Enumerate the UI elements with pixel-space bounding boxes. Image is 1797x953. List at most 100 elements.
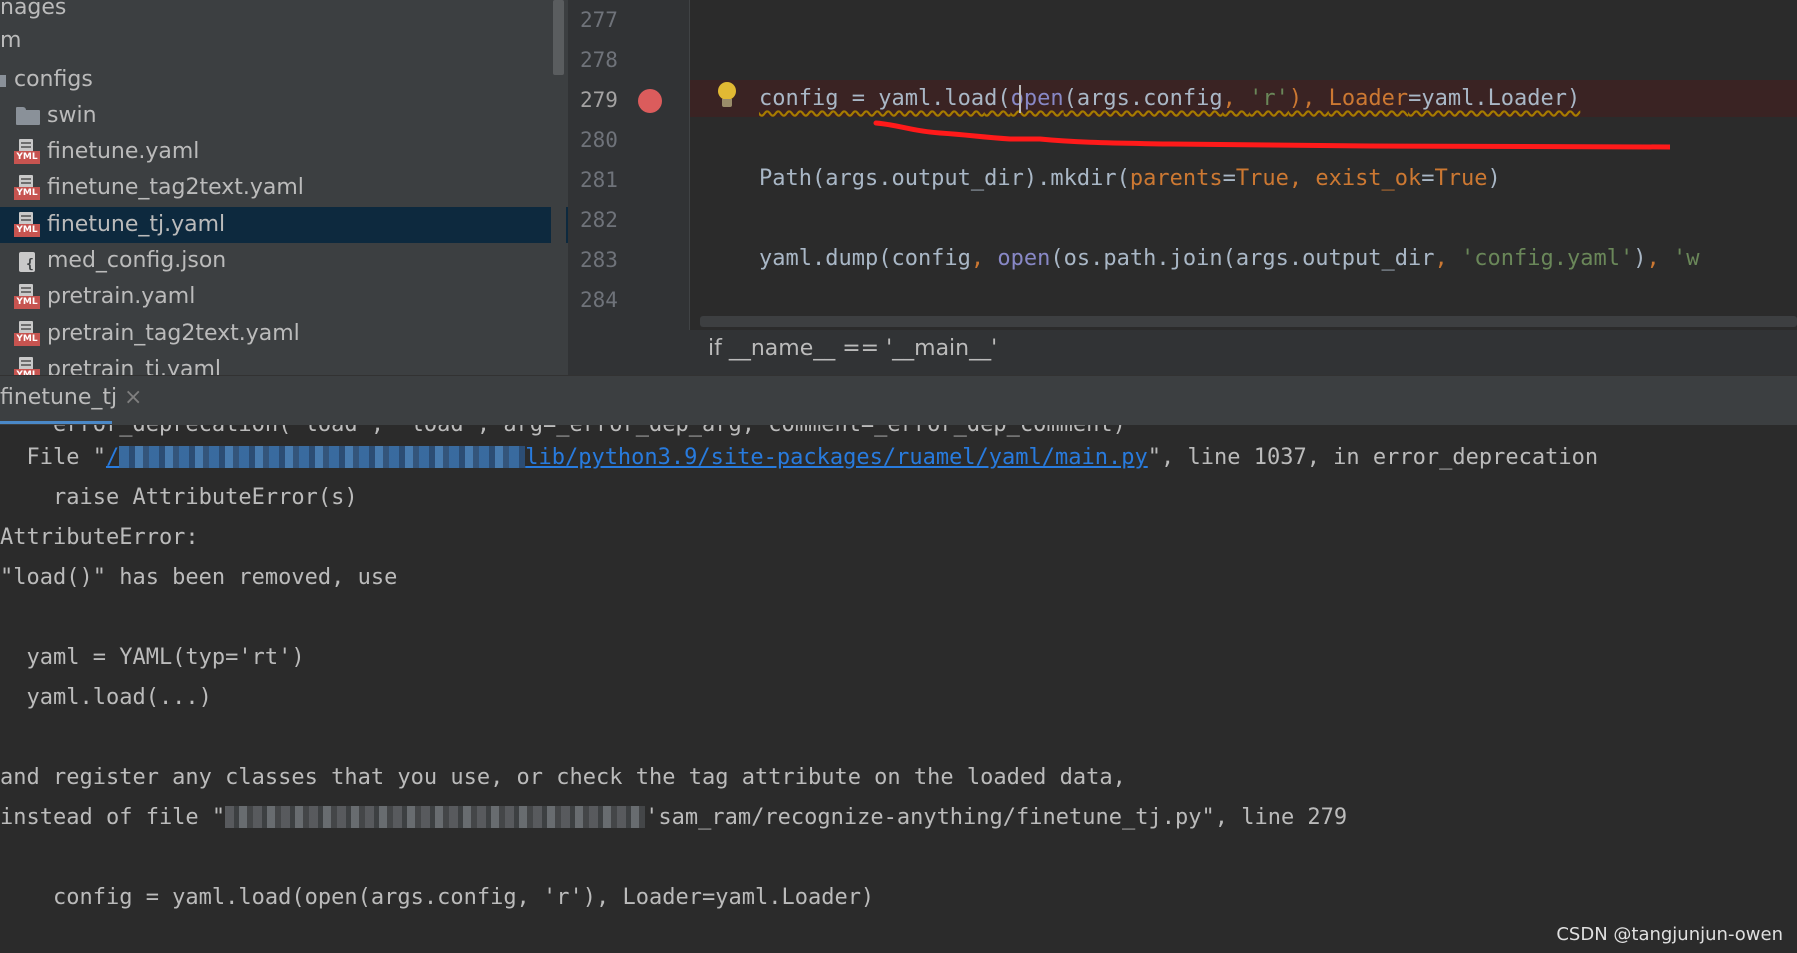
run-console[interactable]: error_deprecation('load', 'load', arg=_e… (0, 425, 1797, 953)
code-token: ) (1633, 246, 1647, 271)
code-token: , (1646, 246, 1673, 271)
code-line-281[interactable]: Path(args.output_dir).mkdir(parents=True… (759, 166, 1501, 191)
console-line: error_deprecation('load', 'load', arg=_e… (0, 425, 1126, 437)
code-token: parents (1129, 166, 1223, 191)
yaml-file-icon: YML (14, 357, 40, 375)
tree-scrollbar-thumb[interactable] (553, 0, 564, 75)
console-line: File "/lib/python3.9/site-packages/ruame… (0, 445, 1598, 470)
code-token: d( (984, 86, 1011, 111)
tree-item-label: pretrain.yaml (47, 284, 196, 309)
code-editor[interactable] (690, 0, 1797, 330)
code-line-283[interactable]: yaml.dump(config, open(os.path.join(args… (759, 246, 1699, 271)
traceback-file-link[interactable]: / lib/python3.9/site-packages/ruamel/yaml… (106, 445, 1148, 470)
tree-item-configs[interactable]: configs (0, 62, 568, 98)
tree-item-label: pretrain_tj.yaml (47, 357, 222, 375)
tree-item-label: finetune_tj.yaml (47, 212, 226, 237)
console-text: ", line 1037, in error_deprecation (1147, 445, 1599, 470)
code-token: 'r' (1249, 86, 1289, 111)
console-line: yaml.load(...) (0, 685, 212, 710)
code-token: ), (1288, 86, 1329, 111)
line-number-current: 279 (580, 88, 618, 112)
tree-item-file[interactable]: {} med_config.json (0, 243, 568, 279)
tree-item-file[interactable]: YML finetune.yaml (0, 134, 568, 170)
console-text: File " (0, 445, 106, 470)
code-token: exist_ok (1315, 166, 1422, 191)
red-underline-annotation (873, 120, 1670, 150)
code-token: True (1235, 166, 1289, 191)
line-number: 283 (580, 248, 618, 272)
line-number: 284 (580, 288, 618, 312)
code-token: ) (1487, 166, 1501, 191)
tree-item-file[interactable]: YML finetune_tag2text.yaml (0, 170, 568, 206)
tree-item-label: finetune.yaml (47, 139, 200, 164)
code-token: , (1288, 166, 1316, 191)
code-token: =yaml.Loader) (1408, 86, 1581, 111)
code-token: 'config.yaml' (1461, 246, 1634, 271)
text-caret (1019, 85, 1021, 113)
tree-item-label: m (0, 28, 22, 53)
watermark: CSDN @tangjunjun-owen (1556, 924, 1783, 945)
folder-icon (16, 107, 40, 125)
line-number: 280 (580, 128, 618, 152)
tab-label: finetune_tj (0, 385, 118, 410)
tree-item-label: finetune_tag2text.yaml (47, 175, 304, 200)
yaml-file-icon: YML (14, 175, 40, 201)
code-token: (os.path.join(args.output_dir (1050, 246, 1435, 271)
line-number: 277 (580, 8, 618, 32)
code-token: = (1222, 166, 1236, 191)
code-token: yaml.dump(config (759, 246, 971, 271)
tree-item-label: med_config.json (47, 248, 227, 273)
line-number: 282 (580, 208, 618, 232)
yaml-file-icon: YML (14, 139, 40, 165)
code-token: (args.config (1063, 86, 1223, 111)
redacted-path (225, 806, 646, 828)
breadcrumb[interactable]: if __name__ == '__main__' (708, 336, 997, 361)
redacted-path (119, 446, 526, 468)
gutter-separator (689, 0, 690, 330)
project-tree-panel: nages m configs swin YML finetune.yaml Y… (0, 0, 568, 375)
tree-item-folder[interactable]: m (0, 23, 568, 59)
console-text: 'sam_ram/recognize-anything/finetune_tj.… (645, 805, 1348, 830)
tree-item-label: swin (47, 103, 97, 128)
tree-item-label: configs (14, 67, 93, 92)
close-icon[interactable]: × (124, 385, 142, 410)
code-token: open (997, 246, 1051, 271)
yaml-file-icon: YML (14, 284, 40, 310)
code-token: , (1222, 86, 1250, 111)
code-token: = (1421, 166, 1435, 191)
run-tab-bar (0, 375, 1797, 426)
code-token: config = yaml.loa (759, 86, 985, 111)
console-line: raise AttributeError(s) (0, 485, 358, 510)
line-number: 281 (580, 168, 618, 192)
tree-item-label: pretrain_tag2text.yaml (47, 321, 300, 346)
code-token: True (1434, 166, 1488, 191)
tree-item-file[interactable]: YML pretrain_tj.yaml (0, 352, 568, 375)
console-line: and register any classes that you use, o… (0, 765, 1126, 790)
lightbulb-icon[interactable] (716, 82, 738, 110)
yaml-file-icon: YML (14, 321, 40, 347)
code-token: Path(args.output_dir).mkdir( (759, 166, 1130, 191)
active-tab-indicator (0, 421, 112, 424)
console-line: yaml = YAML(typ='rt') (0, 645, 305, 670)
folder-icon (0, 75, 6, 87)
console-line: "load()" has been removed, use (0, 565, 398, 590)
tree-item-file-selected[interactable]: YML finetune_tj.yaml (0, 207, 568, 243)
console-text: instead of file " (0, 805, 226, 830)
console-line: config = yaml.load(open(args.config, 'r'… (0, 885, 875, 910)
yaml-file-icon: YML (14, 212, 40, 238)
editor-horizontal-scrollbar[interactable] (700, 316, 1797, 327)
code-token: , (1434, 246, 1462, 271)
code-line-279[interactable]: config = yaml.load(open(args.config, 'r'… (759, 86, 1580, 111)
tab-run-finetune-tj[interactable]: finetune_tj × (0, 375, 150, 425)
console-line-error: AttributeError: (0, 525, 199, 550)
console-line: instead of file " 'sam_ram/recognize-anyt… (0, 805, 1347, 830)
tree-item-file[interactable]: YML pretrain_tag2text.yaml (0, 316, 568, 352)
breakpoint-icon[interactable] (638, 89, 662, 113)
json-file-icon: {} (14, 250, 42, 272)
code-token: 'w (1672, 246, 1700, 271)
line-number: 278 (580, 48, 618, 72)
code-token: Loader (1328, 86, 1409, 111)
tree-item-swin[interactable]: swin (0, 98, 568, 134)
tree-item-file[interactable]: YML pretrain.yaml (0, 279, 568, 315)
code-token: , (970, 246, 998, 271)
